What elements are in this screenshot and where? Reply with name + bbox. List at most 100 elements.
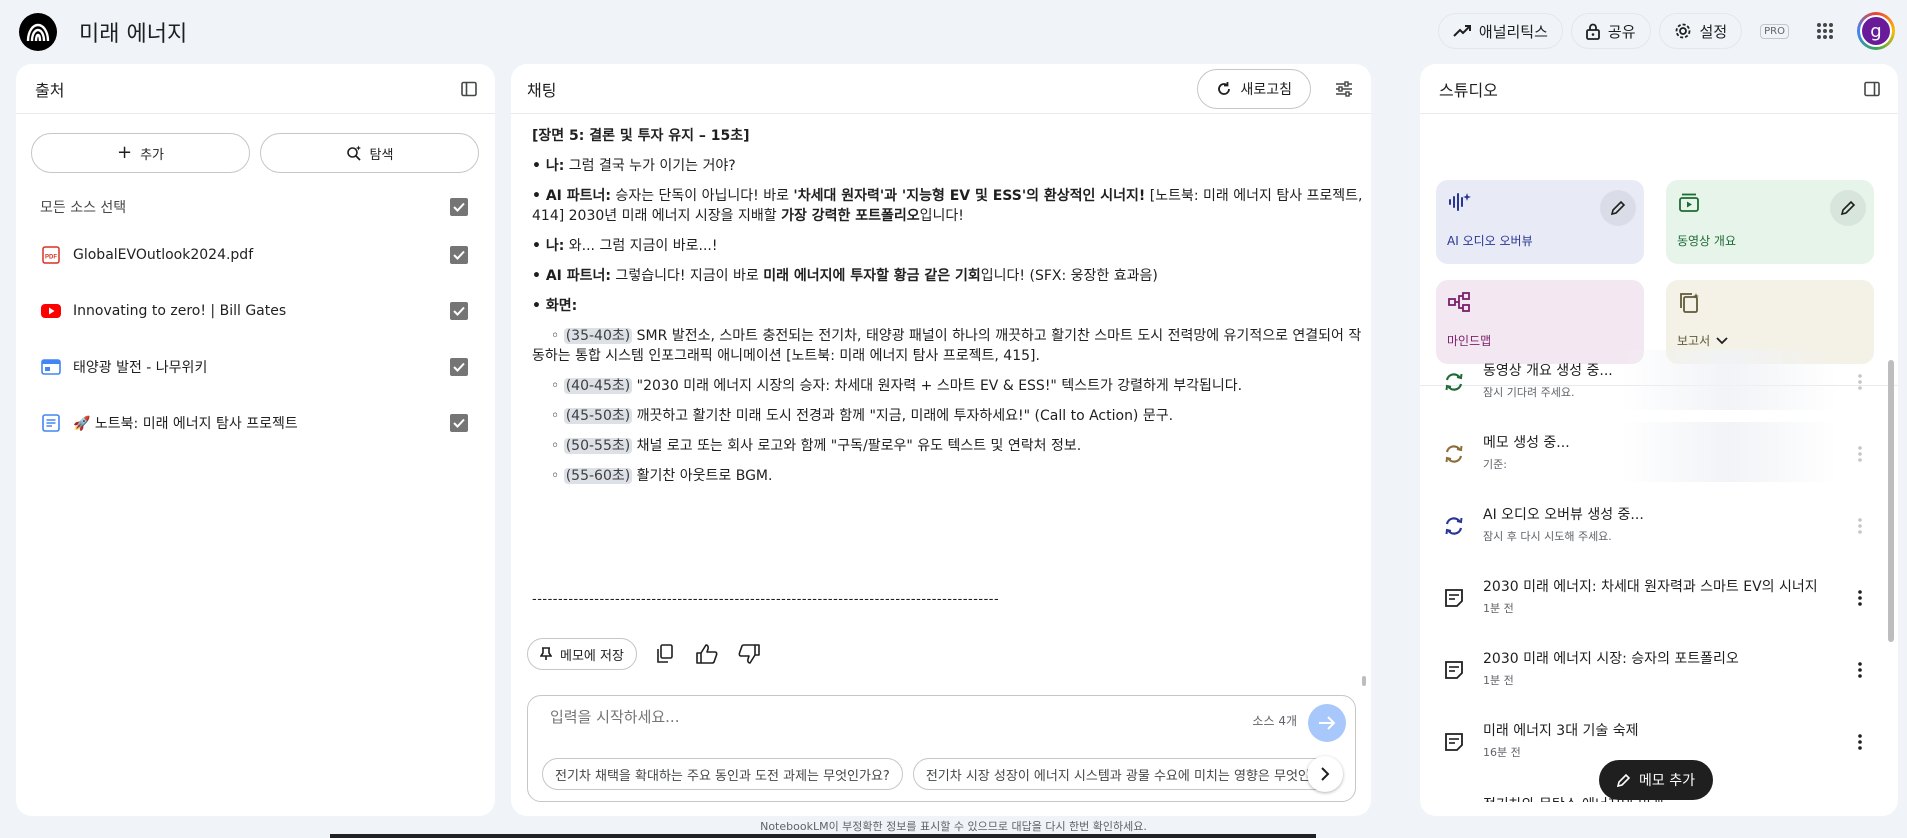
analytics-button[interactable]: 애널리틱스 <box>1437 13 1563 49</box>
logo-icon <box>26 23 50 42</box>
gear-icon <box>1675 23 1690 39</box>
more-options-button[interactable] <box>1850 442 1870 466</box>
settings-button[interactable]: 설정 <box>1658 13 1743 49</box>
chat-scrollbar[interactable] <box>1362 676 1366 686</box>
refresh-button[interactable]: 새로고침 <box>1197 68 1311 109</box>
studio-item-subtitle: 1분 전 <box>1483 674 1514 687</box>
more-vert-icon <box>1858 446 1862 462</box>
studio-item[interactable]: 동영상 개요 생성 중... 잠시 기다려 주세요. <box>1420 346 1898 418</box>
save-to-memo-button[interactable]: 메모에 저장 <box>527 638 637 670</box>
edit-button[interactable] <box>1600 190 1636 226</box>
screen-label: • 화면: <box>532 298 578 314</box>
suggestions-next-button[interactable] <box>1307 756 1343 792</box>
citation-text[interactable]: [노트북: 미래 에너지 탐사 프로젝트, <box>1145 188 1363 204</box>
speaker-label: • 나: <box>532 158 565 174</box>
explore-label: 탐색 <box>369 147 394 163</box>
note-icon <box>1442 658 1466 682</box>
suggestion-chip[interactable]: 전기차 시장 성장이 에너지 시스템과 광물 수요에 미치는 영향은 무엇인가요… <box>912 758 1332 790</box>
source-item[interactable]: 태양광 발전 - 나무위키 <box>16 339 495 395</box>
audio-overview-card[interactable]: AI 오디오 오버뷰 <box>1436 180 1644 264</box>
sync-loading-icon <box>1442 442 1466 466</box>
more-options-button[interactable] <box>1850 730 1870 754</box>
share-label: 공유 <box>1607 22 1636 41</box>
more-options-button[interactable] <box>1850 586 1870 610</box>
source-checkbox[interactable] <box>450 246 468 264</box>
more-options-button[interactable] <box>1850 370 1870 394</box>
dialog-line: • 나: 와... 그럼 지금이 바로...! <box>532 236 717 256</box>
add-source-button[interactable]: + 추가 <box>31 133 250 173</box>
collapse-panel-icon[interactable] <box>461 81 477 97</box>
pin-icon <box>540 647 552 660</box>
select-all-checkbox[interactable] <box>450 198 468 216</box>
more-vert-icon <box>1858 590 1862 606</box>
pencil-icon <box>1610 200 1626 216</box>
more-options-button[interactable] <box>1850 514 1870 538</box>
source-checkbox[interactable] <box>450 302 468 320</box>
scene-heading-text: [장면 5: 결론 및 투자 유지 – 15초] <box>532 128 750 144</box>
explore-sources-button[interactable]: 탐색 <box>260 133 479 173</box>
check-icon <box>453 306 465 316</box>
source-item[interactable]: Innovating to zero! | Bill Gates <box>16 283 495 339</box>
video-overview-card[interactable]: 동영상 개요 <box>1666 180 1874 264</box>
chevron-down-icon[interactable] <box>1716 336 1728 345</box>
copy-button[interactable] <box>651 640 679 668</box>
more-options-button[interactable] <box>1850 658 1870 682</box>
share-button[interactable]: 공유 <box>1570 13 1651 49</box>
dialog-text: 그럼 결국 누가 이기는 거야? <box>564 158 736 174</box>
studio-item-title: 미래 에너지 3대 기술 숙제 <box>1483 723 1639 739</box>
studio-item[interactable]: 2030 미래 에너지: 차세대 원자력과 스마트 EV의 시너지 1분 전 <box>1420 562 1898 634</box>
studio-scrollbar[interactable] <box>1888 360 1894 642</box>
speaker-label: • 나: <box>532 238 565 254</box>
screen-item: ◦ (40-45초) "2030 미래 에너지 시장의 승자: 차세대 원자력 … <box>551 376 1242 396</box>
bullet: ◦ <box>551 378 560 394</box>
studio-item[interactable]: 메모 생성 중... 기준: <box>1420 418 1898 490</box>
thumbs-down-button[interactable] <box>735 640 763 668</box>
source-checkbox[interactable] <box>450 358 468 376</box>
text-doc-icon <box>41 413 61 433</box>
web-icon <box>41 357 61 377</box>
bullet: ◦ <box>551 438 560 454</box>
source-checkbox[interactable] <box>450 414 468 432</box>
scene-heading: [장면 5: 결론 및 투자 유지 – 15초] <box>532 126 750 146</box>
screen-text: 채널 로고 또는 회사 로고와 함께 "구독/팔로우" 유도 텍스트 및 연락처… <box>632 438 1082 454</box>
apps-grid-button[interactable] <box>1807 13 1843 49</box>
pencil-icon <box>1840 200 1856 216</box>
screen-item-cont: 동하는 통합 시스템 인포그래픽 애니메이션 [노트북: 미래 에너지 탐사 프… <box>532 346 1040 366</box>
check-icon <box>453 418 465 428</box>
suggested-questions: 전기차 채택을 확대하는 주요 동인과 도전 과제는 무엇인가요? 전기차 시장… <box>542 758 1332 790</box>
studio-title: 스튜디오 <box>1439 80 1498 100</box>
notebooklm-logo[interactable] <box>19 13 57 51</box>
studio-item[interactable]: AI 오디오 오버뷰 생성 중... 잠시 후 다시 시도해 주세요. <box>1420 490 1898 562</box>
notebook-title[interactable]: 미래 에너지 <box>79 16 187 48</box>
select-all-row[interactable]: 모든 소스 선택 <box>16 195 495 219</box>
pencil-icon <box>1617 773 1631 787</box>
bottom-scroll-bar <box>330 834 1316 838</box>
screen-item: ◦ (50-55초) 채널 로고 또는 회사 로고와 함께 "구독/팔로우" 유… <box>551 436 1081 456</box>
add-memo-label: 메모 추가 <box>1639 773 1695 789</box>
time-tag: (35-40초) <box>563 328 633 344</box>
add-memo-button[interactable]: 메모 추가 <box>1599 760 1713 800</box>
pro-badge: PRO <box>1760 23 1789 39</box>
search-sparkle-icon <box>346 145 361 161</box>
send-button[interactable] <box>1308 704 1346 742</box>
svg-text:PDF: PDF <box>45 255 57 261</box>
lock-icon <box>1586 23 1600 40</box>
suggestion-chip[interactable]: 전기차 채택을 확대하는 주요 동인과 도전 과제는 무엇인가요? <box>542 758 903 790</box>
select-all-label: 모든 소스 선택 <box>40 200 127 216</box>
edit-button[interactable] <box>1830 190 1866 226</box>
source-item[interactable]: PDF GlobalEVOutlook2024.pdf <box>16 227 495 283</box>
sources-panel: 출처 + 추가 탐색 모든 소스 선택 PDF GlobalEVOutlook2… <box>16 64 495 816</box>
user-avatar[interactable]: g <box>1857 12 1895 50</box>
studio-item[interactable]: 2030 미래 에너지 시장: 승자의 포트폴리오 1분 전 <box>1420 634 1898 706</box>
trending-up-icon <box>1453 25 1471 37</box>
thumbs-up-button[interactable] <box>693 640 721 668</box>
tune-settings-icon[interactable] <box>1335 80 1353 97</box>
studio-item-subtitle: 잠시 기다려 주세요. <box>1483 386 1575 399</box>
refresh-label: 새로고침 <box>1240 81 1292 98</box>
source-item[interactable]: 🚀 노트북: 미래 에너지 탐사 프로젝트 <box>16 395 495 451</box>
more-vert-icon <box>1858 518 1862 534</box>
chat-input[interactable] <box>550 708 1130 726</box>
dialog-line: 414] 2030년 미래 에너지 시장을 지배할 가장 강력한 포트폴리오입니… <box>532 206 964 226</box>
collapse-panel-icon[interactable] <box>1864 81 1880 97</box>
screen-text: 깨끗하고 활기찬 미래 도시 전경과 함께 "지금, 미래에 투자하세요!" (… <box>632 408 1174 424</box>
